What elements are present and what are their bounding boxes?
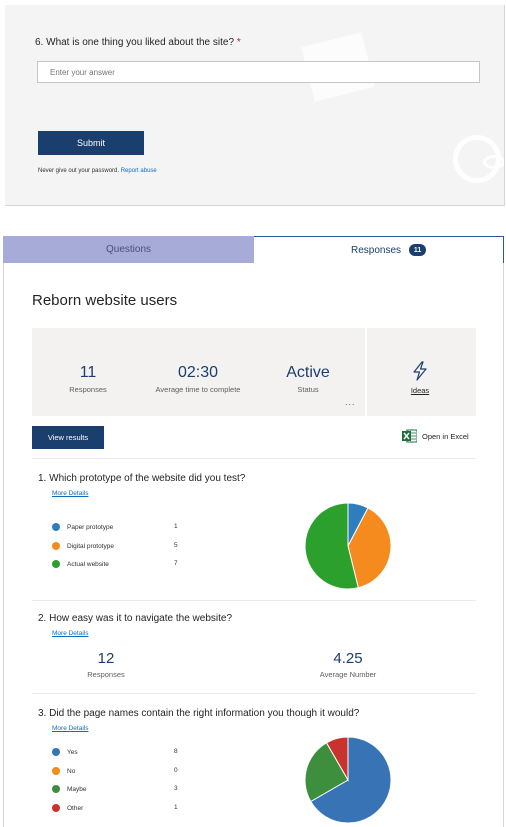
tab-questions[interactable]: Questions xyxy=(3,236,254,263)
legend-swatch xyxy=(52,767,60,775)
more-options-button[interactable]: ... xyxy=(345,397,356,407)
question-1-title: 1. Which prototype of the website did yo… xyxy=(38,473,245,484)
question-3-pie-chart xyxy=(304,736,392,824)
question-2-title: 2. How easy was it to navigate the websi… xyxy=(38,613,232,624)
question-number: 3. xyxy=(38,708,47,719)
legend-count: 3 xyxy=(174,785,178,792)
average-time-stat: 02:30 Average time to complete xyxy=(138,364,258,394)
view-results-button[interactable]: View results xyxy=(32,426,104,449)
legend-item: Yes xyxy=(52,748,177,756)
open-in-excel-label: Open in Excel xyxy=(422,431,469,441)
status-label: Status xyxy=(297,385,319,394)
footer-note: Never give out your password. Report abu… xyxy=(38,168,157,174)
legend-item: Maybe xyxy=(52,785,177,793)
question-text: Which prototype of the website did you t… xyxy=(49,473,246,484)
question-number: 2. xyxy=(38,613,47,624)
average-time-label: Average time to complete xyxy=(155,385,241,394)
question-3-more-details-link[interactable]: More Details xyxy=(52,725,88,732)
status-value: Active xyxy=(286,364,330,381)
average-time-value: 02:30 xyxy=(177,364,219,381)
legend-label: Other xyxy=(67,804,84,812)
open-in-excel-button[interactable]: Open in Excel xyxy=(402,429,469,443)
report-abuse-link[interactable]: Report abuse xyxy=(121,168,157,174)
legend-label: Maybe xyxy=(67,785,87,793)
tab-responses[interactable]: Responses 11 xyxy=(254,236,504,263)
decorative-cup-handle xyxy=(483,155,504,169)
average-value: 4.25 xyxy=(333,650,363,667)
question-text: How easy was it to navigate the website? xyxy=(49,613,233,624)
legend-swatch xyxy=(52,523,60,531)
legend-count: 1 xyxy=(174,523,178,530)
divider xyxy=(32,600,476,601)
legend-label: Digital prototype xyxy=(67,542,114,550)
responses-label: Responses xyxy=(87,670,125,679)
legend-label: Actual website xyxy=(67,560,109,568)
question-2-more-details-link[interactable]: More Details xyxy=(52,630,88,637)
question-number: 6. xyxy=(35,37,44,48)
average-label: Average Number xyxy=(319,670,377,679)
ideas-link[interactable]: Ideas xyxy=(396,386,444,395)
question-text: Did the page names contain the right inf… xyxy=(49,708,360,719)
question-2-average-stat: 4.25 Average Number xyxy=(298,650,398,679)
tab-questions-label: Questions xyxy=(105,244,152,255)
divider xyxy=(32,458,476,459)
password-warning: Never give out your password. xyxy=(38,168,120,174)
question-number: 1. xyxy=(38,473,47,484)
legend-item: Other xyxy=(52,804,177,812)
legend-item: Digital prototype xyxy=(52,542,177,550)
responses-count-badge: 11 xyxy=(409,244,427,256)
legend-swatch xyxy=(52,785,60,793)
legend-count: 7 xyxy=(174,560,178,567)
question-text: What is one thing you liked about the si… xyxy=(46,37,235,48)
legend-item: Actual website xyxy=(52,560,177,568)
question-3-title: 3. Did the page names contain the right … xyxy=(38,708,359,719)
legend-swatch xyxy=(52,748,60,756)
responses-value: 12 xyxy=(97,650,115,667)
question-1-more-details-link[interactable]: More Details xyxy=(52,490,88,497)
tab-responses-label: Responses xyxy=(350,244,402,256)
legend-label: No xyxy=(67,767,76,775)
lightning-icon[interactable] xyxy=(410,361,430,381)
responses-label: Responses xyxy=(69,385,107,394)
legend-label: Paper prototype xyxy=(67,523,114,531)
tab-bar: Questions Responses 11 xyxy=(3,236,504,263)
question-6-title: 6. What is one thing you liked about the… xyxy=(35,37,241,48)
question-2-responses-stat: 12 Responses xyxy=(66,650,146,679)
excel-icon xyxy=(402,429,417,443)
required-marker: * xyxy=(236,37,241,48)
legend-count: 0 xyxy=(174,767,178,774)
question-1-pie-chart xyxy=(304,502,392,590)
legend-label: Yes xyxy=(67,748,78,756)
legend-count: 1 xyxy=(174,804,178,811)
responses-stat: 11 Responses xyxy=(48,364,128,394)
status-stat: Active Status xyxy=(268,364,348,394)
page-title: Reborn website users xyxy=(32,292,178,309)
legend-count: 5 xyxy=(174,542,178,549)
answer-input[interactable] xyxy=(37,61,480,83)
submit-button[interactable]: Submit xyxy=(38,131,144,155)
legend-count: 8 xyxy=(174,748,178,755)
legend-swatch xyxy=(52,560,60,568)
legend-item: Paper prototype xyxy=(52,523,177,531)
form-preview-card: 6. What is one thing you liked about the… xyxy=(5,5,505,206)
legend-swatch xyxy=(52,804,60,812)
legend-swatch xyxy=(52,542,60,550)
legend-item: No xyxy=(52,767,177,775)
responses-value: 11 xyxy=(79,364,97,381)
divider xyxy=(32,693,476,694)
